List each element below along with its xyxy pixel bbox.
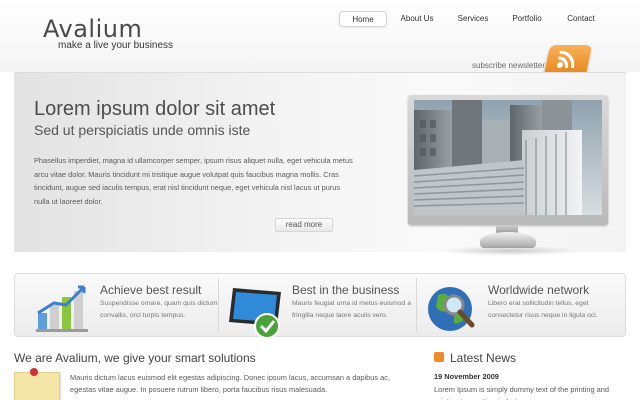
feature-desc-2: Mauris feugiat urna id metus euismod a f… — [292, 300, 412, 319]
subscribe-newsletter-link[interactable]: subscribe newsletter — [472, 61, 545, 70]
bar-chart-icon — [34, 283, 94, 338]
nav-about-us[interactable]: About Us — [393, 11, 441, 27]
feature-divider — [416, 278, 417, 332]
hero-title: Lorem ipsum dolor sit amet — [34, 98, 276, 120]
read-more-button[interactable]: read more — [275, 218, 333, 232]
nav-services[interactable]: Services — [449, 11, 497, 27]
sticky-note-image — [14, 372, 60, 400]
rss-icon[interactable] — [543, 45, 593, 75]
monitor-image — [408, 95, 608, 225]
feature-desc-3: Libero erat sollicitudin tellus, eget co… — [488, 300, 598, 319]
news-date: 19 November 2009 — [434, 372, 499, 381]
monitor-shadow — [440, 246, 580, 256]
hero-body: Phasellus imperdiet, magna id ullamcorpe… — [34, 156, 353, 206]
news-text[interactable]: Lorem Ipsum is simply dummy text of the … — [434, 384, 624, 400]
logo-title[interactable]: Avalium — [43, 15, 142, 43]
rss-icon[interactable] — [434, 352, 444, 362]
nav-home[interactable]: Home — [339, 11, 387, 27]
nav-contact[interactable]: Contact — [557, 11, 605, 27]
welcome-heading: We are Avalium, we give your smart solut… — [14, 351, 256, 365]
feature-title-1: Achieve best result — [100, 283, 202, 297]
globe-search-icon — [424, 283, 482, 340]
monitor-check-icon — [227, 284, 287, 345]
feature-desc-1: Suspendisse ornare, quam quis dictum con… — [100, 300, 218, 319]
hero-subtitle: Sed ut perspiciatis unde omnis iste — [34, 122, 251, 138]
feature-title-3: Worldwide network — [488, 283, 590, 297]
pin-icon — [30, 368, 38, 376]
welcome-body: Mauris dictum lacus euismod elit egestas… — [70, 373, 391, 394]
buildings-image — [414, 100, 602, 215]
logo-tagline: make a live your business — [58, 40, 174, 51]
nav-portfolio[interactable]: Portfolio — [503, 11, 551, 27]
news-heading: Latest News — [450, 351, 517, 365]
feature-title-2: Best in the business — [292, 283, 400, 297]
